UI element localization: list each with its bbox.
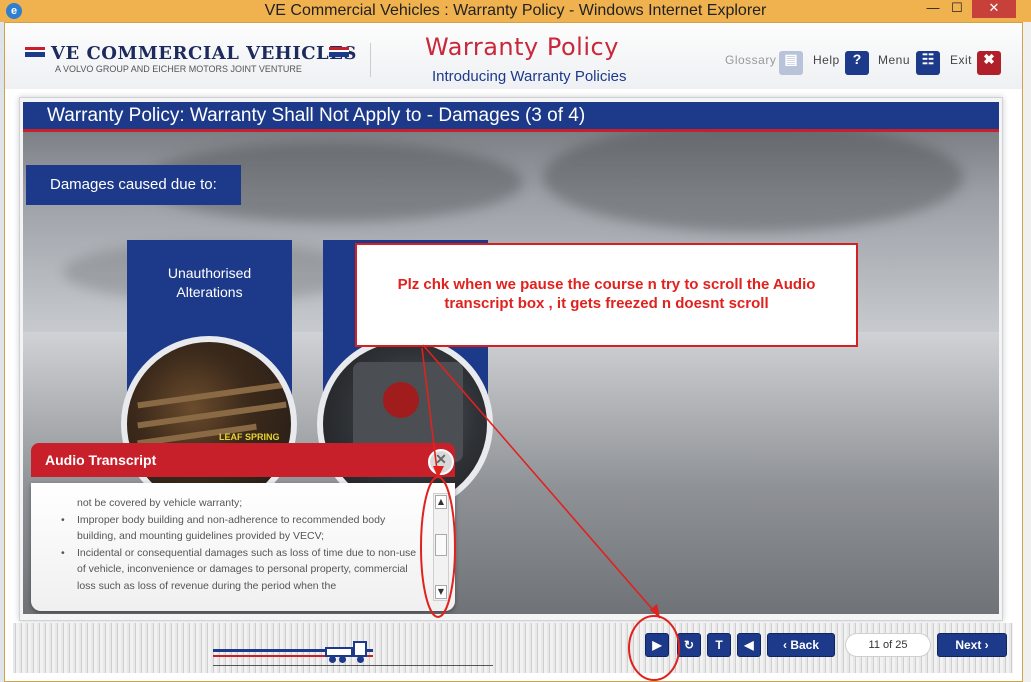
replay-icon[interactable]: ↻ xyxy=(677,633,701,657)
scroll-thumb[interactable] xyxy=(435,534,447,556)
annotation-line: transcript box , it gets freezed n doesn… xyxy=(444,295,769,312)
transcript-title: Audio Transcript xyxy=(45,452,157,468)
exit-icon[interactable]: ✖ xyxy=(977,51,1001,75)
truck-wheel xyxy=(339,656,346,663)
window-title: VE Commercial Vehicles : Warranty Policy… xyxy=(264,2,767,19)
scroll-up-arrow[interactable]: ▲ xyxy=(435,495,447,509)
course-subtitle: Introducing Warranty Policies xyxy=(432,68,627,85)
flag-icon xyxy=(25,47,45,57)
transcript-line: Improper body building and non-adherence… xyxy=(61,512,421,545)
photo-detail xyxy=(383,382,419,418)
truck-cab xyxy=(353,641,367,657)
brand-name: VE COMMERCIAL VEHICLES xyxy=(51,43,357,64)
scroll-down-arrow[interactable]: ▼ xyxy=(435,585,447,599)
glossary-label[interactable]: Glossary xyxy=(725,53,776,67)
help-icon[interactable]: ? xyxy=(845,51,869,75)
card-label-line2: Alterations xyxy=(176,284,243,300)
back-label: Back xyxy=(790,638,820,652)
menu-label[interactable]: Menu xyxy=(878,53,910,67)
close-icon[interactable]: ✕ xyxy=(428,449,454,475)
audio-icon[interactable]: ◀ xyxy=(737,633,761,657)
transcript-body[interactable]: not be covered by vehicle warranty; Impr… xyxy=(31,483,455,611)
truck-bed xyxy=(325,647,353,657)
slide-stage: Warranty Policy: Warranty Shall Not Appl… xyxy=(19,97,1003,621)
course-progress xyxy=(213,641,373,665)
transcript-scrollbar[interactable]: ▲ ▼ xyxy=(433,493,449,601)
audio-transcript-panel: Audio Transcript ✕ not be covered by veh… xyxy=(28,443,456,611)
truck-wheel xyxy=(357,656,364,663)
exit-label[interactable]: Exit xyxy=(950,53,972,67)
annotation-line: Plz chk when we pause the course n try t… xyxy=(397,276,816,293)
photo-caption: LEAF SPRING xyxy=(219,432,280,442)
progress-baseline xyxy=(213,665,493,666)
chevron-right-icon: › xyxy=(981,638,989,652)
header-divider xyxy=(370,43,371,77)
browser-viewport: VE COMMERCIAL VEHICLES A VOLVO GROUP AND… xyxy=(4,22,1023,682)
brand-tagline: A VOLVO GROUP AND EICHER MOTORS JOINT VE… xyxy=(55,64,302,74)
transcript-text: not be covered by vehicle warranty; Impr… xyxy=(61,495,421,594)
photo-detail xyxy=(137,401,287,429)
transcript-line: Incidental or consequential damages such… xyxy=(61,545,421,595)
back-button[interactable]: ‹ Back xyxy=(767,633,835,657)
course-header: VE COMMERCIAL VEHICLES A VOLVO GROUP AND… xyxy=(5,23,1022,89)
transcript-header: Audio Transcript ✕ xyxy=(31,443,455,477)
close-window-button[interactable]: ✕ xyxy=(972,0,1016,18)
next-button[interactable]: Next › xyxy=(937,633,1007,657)
glossary-icon[interactable]: ▤ xyxy=(779,51,803,75)
slide-title: Warranty Policy: Warranty Shall Not Appl… xyxy=(23,102,999,132)
help-label[interactable]: Help xyxy=(813,53,840,67)
player-footer: ▶ ↻ T ◀ ‹ Back 11 of 25 Next › xyxy=(13,623,1013,673)
flag-icon xyxy=(329,47,349,57)
maximize-button[interactable]: ☐ xyxy=(942,0,972,18)
card-label-line1: Unauthorised xyxy=(167,265,252,281)
next-label: Next xyxy=(955,638,982,652)
menu-icon[interactable]: ☷ xyxy=(916,51,940,75)
play-icon[interactable]: ▶ xyxy=(645,633,669,657)
sky-cloud xyxy=(543,122,963,232)
card-label: Unauthorised Alterations xyxy=(127,264,292,302)
truck-wheel xyxy=(329,656,336,663)
truck-icon xyxy=(325,641,369,663)
browser-scrollbar[interactable] xyxy=(1023,22,1031,682)
transcript-line: not be covered by vehicle warranty; xyxy=(77,497,243,509)
text-icon[interactable]: T xyxy=(707,633,731,657)
slide-content: Warranty Policy: Warranty Shall Not Appl… xyxy=(23,102,999,614)
review-annotation-note: Plz chk when we pause the course n try t… xyxy=(355,243,858,347)
damage-card-unauthorised-alterations[interactable]: Unauthorised Alterations LEAF SPRING xyxy=(121,240,297,512)
window-titlebar: e VE Commercial Vehicles : Warranty Poli… xyxy=(0,0,1031,22)
course-title: Warranty Policy xyxy=(425,33,619,61)
page-indicator: 11 of 25 xyxy=(845,633,931,657)
intro-box: Damages caused due to: xyxy=(26,165,241,205)
